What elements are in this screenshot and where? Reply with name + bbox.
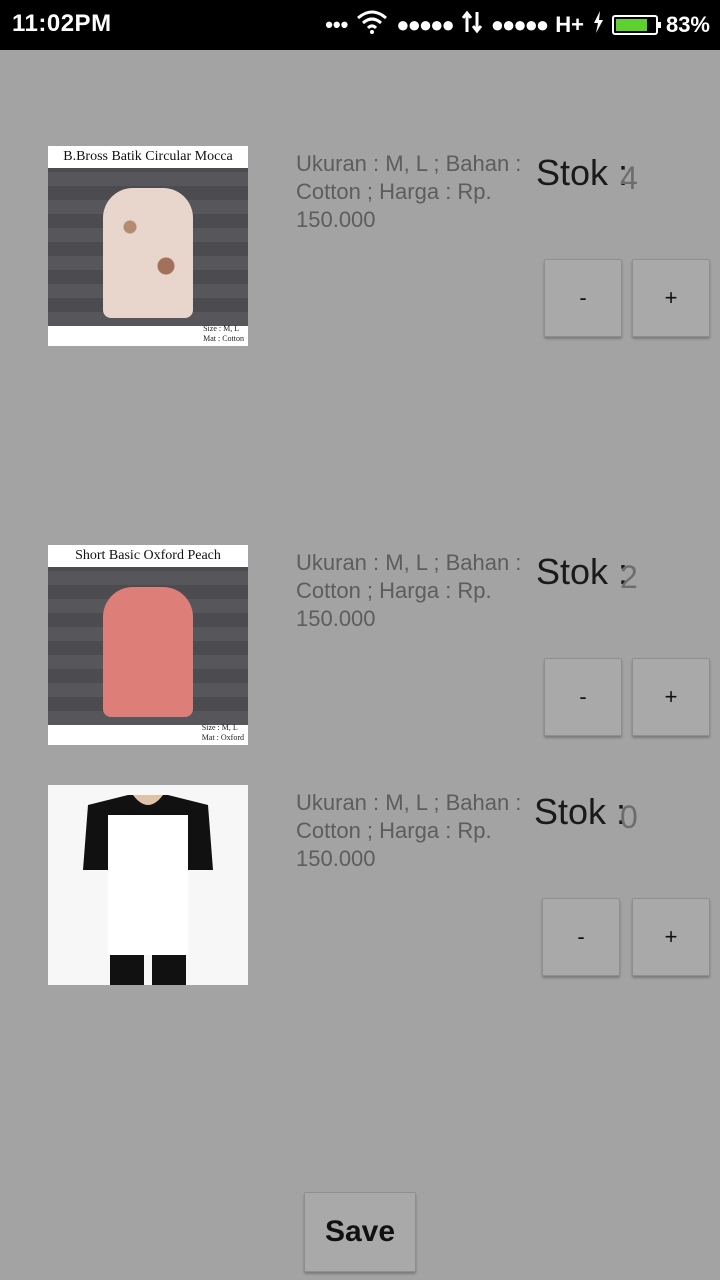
data-arrows-icon	[461, 10, 483, 40]
shirt-shape	[103, 587, 193, 717]
product-description: Ukuran : M, L ; Bahan : Cotton ; Harga :…	[296, 790, 522, 871]
increment-button[interactable]: +	[632, 658, 710, 736]
status-icons: ••• ●●●●● ●●●●● H+ 83%	[325, 8, 710, 42]
more-dots-icon: •••	[325, 12, 349, 37]
signal-dots-icon: ●●●●●	[490, 12, 549, 37]
blouse-illustration	[48, 785, 248, 985]
product-image-meta: Size : M, L Mat : Cotton	[203, 324, 244, 343]
increment-button[interactable]: +	[632, 898, 710, 976]
battery-icon	[611, 15, 661, 35]
product-image	[48, 785, 248, 985]
product-image-caption: B.Bross Batik Circular Mocca	[63, 149, 233, 164]
signal-dots-icon: ●●●●●	[396, 12, 454, 37]
increment-button[interactable]: +	[632, 259, 710, 337]
status-bar: 11:02PM ••• ●●●●● ●●●●● H+ 83%	[0, 0, 720, 50]
product-photo	[48, 567, 248, 725]
stok-value: 2	[620, 559, 638, 595]
stok-value: 0	[620, 799, 638, 835]
decrement-button[interactable]: -	[544, 658, 622, 736]
product-description: Ukuran : M, L ; Bahan : Cotton ; Harga :…	[296, 151, 522, 232]
charging-icon	[592, 11, 604, 39]
decrement-button[interactable]: -	[542, 898, 620, 976]
product-image: Short Basic Oxford Peach Size : M, L Mat…	[48, 545, 248, 745]
product-image-caption: Short Basic Oxford Peach	[75, 548, 221, 563]
wifi-icon	[356, 10, 388, 40]
product-description: Ukuran : M, L ; Bahan : Cotton ; Harga :…	[296, 550, 522, 631]
product-photo	[48, 168, 248, 326]
stok-label: Stok :	[536, 551, 629, 592]
status-time: 11:02PM	[12, 10, 112, 37]
shirt-shape	[103, 188, 193, 318]
product-image-meta: Size : M, L Mat : Oxford	[201, 723, 244, 742]
stok-label: Stok :	[536, 152, 629, 193]
battery-percent: 83%	[665, 12, 710, 37]
save-button[interactable]: Save	[304, 1192, 416, 1272]
network-type: H+	[555, 12, 584, 37]
stok-value: 4	[620, 160, 638, 196]
decrement-button[interactable]: -	[544, 259, 622, 337]
battery-fill	[615, 19, 648, 31]
stok-label: Stok :	[534, 791, 627, 832]
product-image: B.Bross Batik Circular Mocca Size : M, L…	[48, 146, 248, 346]
